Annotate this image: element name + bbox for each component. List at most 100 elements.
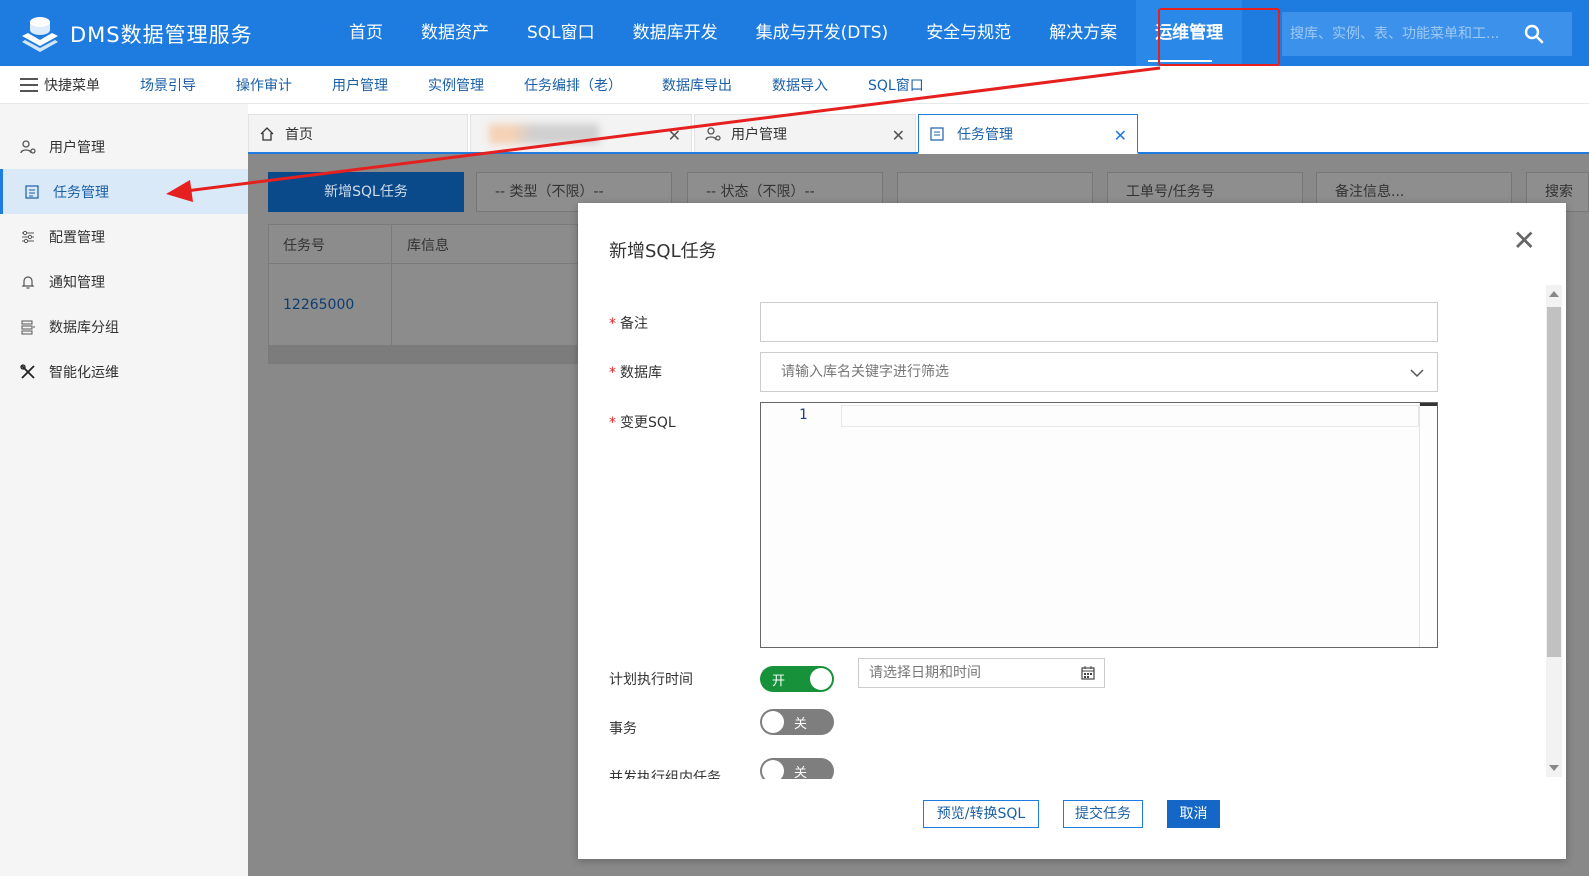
nav-dts[interactable]: 集成与开发(DTS) <box>737 0 908 66</box>
task-list-icon <box>930 126 944 141</box>
transaction-toggle[interactable]: 关 <box>760 709 834 735</box>
scroll-down-arrow-icon[interactable] <box>1549 765 1559 771</box>
concurrent-label: 并发执行组内任务 <box>609 770 721 779</box>
modal-title: 新增SQL任务 <box>609 241 717 262</box>
quick-menu-bar: 快捷菜单 场景引导 操作审计 用户管理 实例管理 任务编排（老） 数据库导出 数… <box>0 66 1589 104</box>
table-header-task-id: 任务号 <box>283 238 325 254</box>
sql-label: * 变更SQL <box>609 415 676 431</box>
close-icon[interactable]: ✕ <box>1114 126 1127 145</box>
table-header-db-info: 库信息 <box>407 238 449 254</box>
toggle-label: 关 <box>794 717 808 732</box>
add-sql-task-button[interactable]: 新增SQL任务 <box>268 172 464 212</box>
toggle-label: 关 <box>794 766 808 779</box>
sidebar-item-label: 智能化运维 <box>49 364 119 381</box>
tools-icon <box>20 363 35 379</box>
editor-gutter: 1 <box>761 403 841 647</box>
app-title: DMS数据管理服务 <box>70 23 253 47</box>
tab-bar: 首页 ✕ 用户管理 ✕ 任务管理 ✕ <box>248 114 1589 154</box>
close-icon[interactable]: ✕ <box>892 126 905 145</box>
schedule-datetime-picker[interactable] <box>858 658 1105 688</box>
nav-home[interactable]: 首页 <box>330 0 402 66</box>
database-select[interactable] <box>760 352 1438 392</box>
top-navigation-bar: DMS数据管理服务 首页 数据资产 SQL窗口 数据库开发 集成与开发(DTS)… <box>0 0 1589 66</box>
task-id-link[interactable]: 12265000 <box>283 297 354 313</box>
remark-filter-placeholder: 备注信息... <box>1335 184 1405 200</box>
global-search <box>1282 12 1572 56</box>
calendar-icon[interactable] <box>1080 665 1096 681</box>
global-search-input[interactable] <box>1282 12 1512 56</box>
toggle-knob <box>762 711 784 733</box>
task-table: 任务号 库信息 12265000 <box>268 224 578 364</box>
sql-editor[interactable]: 1 <box>760 402 1438 648</box>
sidebar-item-label: 通知管理 <box>49 274 105 291</box>
toggle-knob <box>810 668 832 690</box>
remark-input[interactable] <box>761 303 1437 341</box>
datetime-input[interactable] <box>859 659 1104 687</box>
type-filter-value: -- 类型（不限）-- <box>495 184 604 200</box>
sidebar-item-label: 用户管理 <box>49 139 105 156</box>
tab-blurred[interactable]: ✕ <box>470 114 692 152</box>
close-icon[interactable]: ✕ <box>1513 227 1536 255</box>
dms-logo-icon <box>22 17 58 52</box>
sidebar-item-task-mgmt[interactable]: 任务管理 <box>0 169 248 214</box>
main-nav: 首页 数据资产 SQL窗口 数据库开发 集成与开发(DTS) 安全与规范 解决方… <box>330 0 1243 66</box>
schedule-label: 计划执行时间 <box>609 672 693 688</box>
quick-link-audit[interactable]: 操作审计 <box>236 75 292 95</box>
nav-sql-window[interactable]: SQL窗口 <box>508 0 614 66</box>
sidebar-item-label: 数据库分组 <box>49 319 119 336</box>
horizontal-scrollbar[interactable] <box>269 345 577 363</box>
cancel-button[interactable]: 取消 <box>1167 800 1220 828</box>
scrollbar-thumb[interactable] <box>1547 307 1561 657</box>
close-icon[interactable]: ✕ <box>668 126 681 145</box>
tab-label: 用户管理 <box>731 126 787 143</box>
current-line <box>841 405 1419 427</box>
quick-link-data-import[interactable]: 数据导入 <box>772 75 828 95</box>
line-number: 1 <box>799 407 808 423</box>
nav-db-dev[interactable]: 数据库开发 <box>614 0 737 66</box>
modal-scrollbar[interactable] <box>1546 285 1562 777</box>
sidebar-item-config-mgmt[interactable]: 配置管理 <box>0 214 248 259</box>
user-icon <box>705 126 721 141</box>
hamburger-icon <box>20 77 38 92</box>
submit-task-button[interactable]: 提交任务 <box>1063 800 1143 828</box>
form-clip-area: 并发执行组内任务 关 <box>578 743 1538 779</box>
quick-link-sql-window[interactable]: SQL窗口 <box>868 75 924 95</box>
database-label: * 数据库 <box>609 365 662 381</box>
app-logo[interactable]: DMS数据管理服务 <box>18 14 253 54</box>
blurred-content <box>489 123 599 144</box>
quick-link-instance-mgmt[interactable]: 实例管理 <box>428 75 484 95</box>
toggle-knob <box>762 760 784 779</box>
add-sql-task-modal: 新增SQL任务 ✕ *备注 *数据库 *变更SQL 1 计划执行时间 开 事务 … <box>578 203 1566 859</box>
preview-sql-button[interactable]: 预览/转换SQL <box>923 800 1039 828</box>
transaction-label: 事务 <box>609 721 637 737</box>
nav-security[interactable]: 安全与规范 <box>907 0 1030 66</box>
quick-link-db-export[interactable]: 数据库导出 <box>662 75 732 95</box>
nav-solutions[interactable]: 解决方案 <box>1030 0 1136 66</box>
chevron-down-icon <box>1410 369 1424 378</box>
bell-icon <box>21 275 35 289</box>
sidebar-item-db-group[interactable]: 数据库分组 <box>0 304 248 349</box>
tab-home[interactable]: 首页 <box>248 114 468 152</box>
tab-task-mgmt[interactable]: 任务管理 ✕ <box>918 114 1138 154</box>
sidebar-item-smart-ops[interactable]: 智能化运维 <box>0 349 248 394</box>
sidebar-item-notification-mgmt[interactable]: 通知管理 <box>0 259 248 304</box>
concurrent-toggle[interactable]: 关 <box>760 758 834 779</box>
search-button-label: 搜索 <box>1545 184 1573 200</box>
quick-link-user-mgmt[interactable]: 用户管理 <box>332 75 388 95</box>
quick-link-scene-guide[interactable]: 场景引导 <box>140 75 196 95</box>
database-search-input[interactable] <box>761 353 1437 391</box>
nav-data-assets[interactable]: 数据资产 <box>402 0 508 66</box>
search-icon[interactable] <box>1524 24 1544 44</box>
quick-link-task-orchestration[interactable]: 任务编排（老） <box>524 75 622 95</box>
sidebar-item-user-mgmt[interactable]: 用户管理 <box>0 124 248 169</box>
database-group-icon <box>21 320 35 334</box>
quick-menu-toggle[interactable]: 快捷菜单 <box>0 75 140 95</box>
scroll-up-arrow-icon[interactable] <box>1549 291 1559 297</box>
sidebar-item-label: 配置管理 <box>49 229 105 246</box>
quick-menu-label: 快捷菜单 <box>44 77 100 94</box>
tab-user-mgmt[interactable]: 用户管理 ✕ <box>694 114 916 152</box>
sidebar: 用户管理 任务管理 配置管理 通知管理 数据库分组 智能化运维 <box>0 104 248 876</box>
schedule-toggle[interactable]: 开 <box>760 666 834 692</box>
editor-scrollbar[interactable] <box>1419 403 1437 647</box>
highlight-box-ops-management <box>1158 8 1280 66</box>
